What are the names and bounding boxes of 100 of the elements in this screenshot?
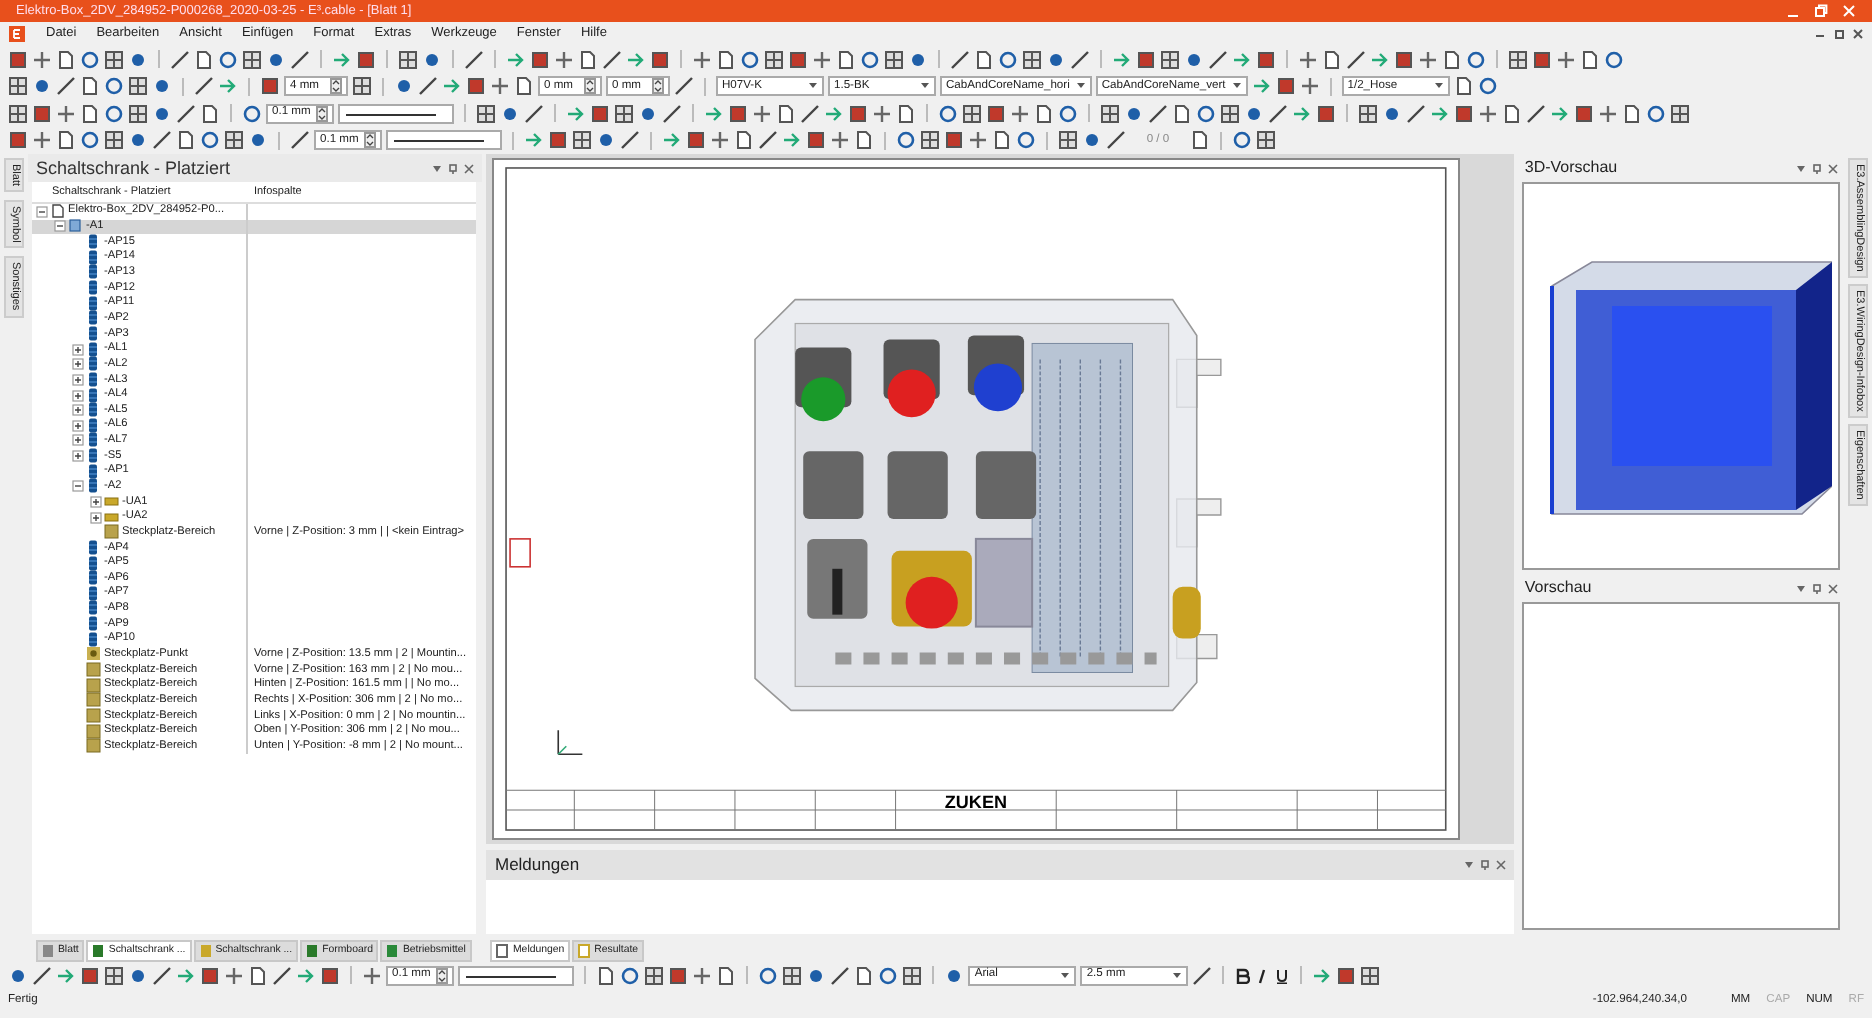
circle-icon[interactable] — [104, 103, 124, 124]
page-icon[interactable] — [716, 49, 736, 70]
square-icon[interactable] — [1394, 49, 1414, 70]
grid-icon[interactable] — [572, 130, 593, 151]
square-icon[interactable] — [1574, 103, 1595, 124]
square-icon[interactable] — [8, 130, 28, 151]
expand-icon[interactable] — [89, 511, 102, 524]
plus-icon[interactable] — [490, 76, 510, 97]
line-icon[interactable] — [1268, 103, 1289, 124]
close-icon[interactable] — [1828, 583, 1839, 593]
square-icon[interactable] — [728, 103, 749, 124]
line-icon[interactable] — [1106, 130, 1127, 151]
restore-icon[interactable] — [1833, 28, 1845, 40]
square-icon[interactable] — [1256, 49, 1276, 70]
spinner-icon[interactable] — [584, 78, 596, 95]
square-icon[interactable] — [320, 965, 340, 985]
square-icon[interactable] — [1316, 103, 1337, 124]
page-icon[interactable] — [776, 103, 797, 124]
plus-icon[interactable] — [1556, 49, 1576, 70]
spinner-icon[interactable] — [436, 967, 449, 983]
close-icon[interactable] — [1852, 28, 1864, 40]
grid-icon[interactable] — [104, 130, 124, 151]
expand-icon[interactable] — [71, 404, 84, 417]
line-icon[interactable] — [464, 49, 484, 70]
plus-icon[interactable] — [32, 130, 52, 151]
square-icon[interactable] — [650, 49, 670, 70]
grid-icon[interactable] — [1360, 965, 1381, 985]
circle-icon[interactable] — [80, 49, 100, 70]
collapse-icon[interactable] — [71, 480, 84, 493]
page-icon[interactable] — [716, 965, 737, 985]
grid-icon[interactable] — [1058, 130, 1079, 151]
grid-icon[interactable] — [782, 965, 803, 985]
circle-icon[interactable] — [200, 130, 220, 151]
grid-icon[interactable] — [644, 965, 665, 985]
square-icon[interactable] — [668, 965, 689, 985]
grid-icon[interactable] — [1670, 103, 1691, 124]
plus-icon[interactable] — [1418, 49, 1438, 70]
page-icon[interactable] — [896, 103, 917, 124]
page-icon[interactable] — [1034, 103, 1055, 124]
square-icon[interactable] — [1532, 49, 1552, 70]
dot-icon[interactable] — [1244, 103, 1265, 124]
line-icon[interactable] — [662, 103, 683, 124]
square-icon[interactable] — [32, 103, 52, 124]
circle-icon[interactable] — [740, 49, 760, 70]
line-style-combo[interactable] — [458, 965, 575, 985]
pin-icon[interactable] — [448, 163, 459, 173]
dot-icon[interactable] — [128, 49, 148, 70]
grid-icon[interactable] — [614, 103, 635, 124]
dropdown-icon[interactable] — [1796, 163, 1807, 173]
expand-icon[interactable] — [71, 389, 84, 401]
spinner-icon[interactable] — [330, 78, 342, 95]
page-icon[interactable] — [1580, 49, 1600, 70]
plus-icon[interactable] — [752, 103, 773, 124]
pin-icon[interactable] — [1812, 583, 1823, 593]
line-icon[interactable] — [194, 76, 214, 97]
circle-icon[interactable] — [998, 49, 1018, 70]
page-icon[interactable] — [194, 49, 214, 70]
plus-icon[interactable] — [224, 965, 244, 985]
caret-icon[interactable] — [808, 82, 818, 91]
grid-icon[interactable] — [104, 49, 124, 70]
caret-icon[interactable] — [920, 82, 930, 91]
collapse-icon[interactable] — [53, 220, 66, 233]
square-icon[interactable] — [1275, 76, 1296, 97]
grid-icon[interactable] — [764, 49, 784, 70]
grid-icon[interactable] — [1255, 130, 1276, 151]
square-icon[interactable] — [356, 49, 376, 70]
grid-icon[interactable] — [352, 76, 372, 97]
dot-icon[interactable] — [1124, 103, 1145, 124]
line-icon[interactable] — [1526, 103, 1547, 124]
page-icon[interactable] — [56, 130, 76, 151]
plus-icon[interactable] — [692, 965, 713, 985]
square-icon[interactable] — [530, 49, 550, 70]
plus-icon[interactable] — [1010, 103, 1031, 124]
square-icon[interactable] — [1136, 49, 1156, 70]
square-icon[interactable] — [986, 103, 1007, 124]
line-icon[interactable] — [1070, 49, 1090, 70]
grid-icon[interactable] — [104, 965, 124, 985]
line-icon[interactable] — [290, 49, 310, 70]
line-icon[interactable] — [1148, 103, 1169, 124]
circle-icon[interactable] — [1231, 130, 1252, 151]
line-icon[interactable] — [1346, 49, 1366, 70]
dot-icon[interactable] — [1046, 49, 1066, 70]
expand-icon[interactable] — [71, 419, 84, 432]
grid-icon[interactable] — [1358, 103, 1379, 124]
plus-icon[interactable] — [362, 965, 382, 985]
line-icon[interactable] — [152, 130, 172, 151]
line-icon[interactable] — [950, 49, 970, 70]
grid-icon[interactable] — [398, 49, 418, 70]
square-icon[interactable] — [848, 103, 869, 124]
caret-icon[interactable] — [1075, 82, 1086, 91]
expand-icon[interactable] — [71, 373, 84, 386]
plus-icon[interactable] — [968, 130, 989, 151]
grid-icon[interactable] — [920, 130, 941, 151]
square-icon[interactable] — [1454, 103, 1475, 124]
grid-icon[interactable] — [242, 49, 262, 70]
line-icon[interactable] — [1208, 49, 1228, 70]
grid-icon[interactable] — [1022, 49, 1042, 70]
square-icon[interactable] — [1336, 965, 1357, 985]
pin-icon[interactable] — [1480, 860, 1491, 870]
page-icon[interactable] — [1502, 103, 1523, 124]
